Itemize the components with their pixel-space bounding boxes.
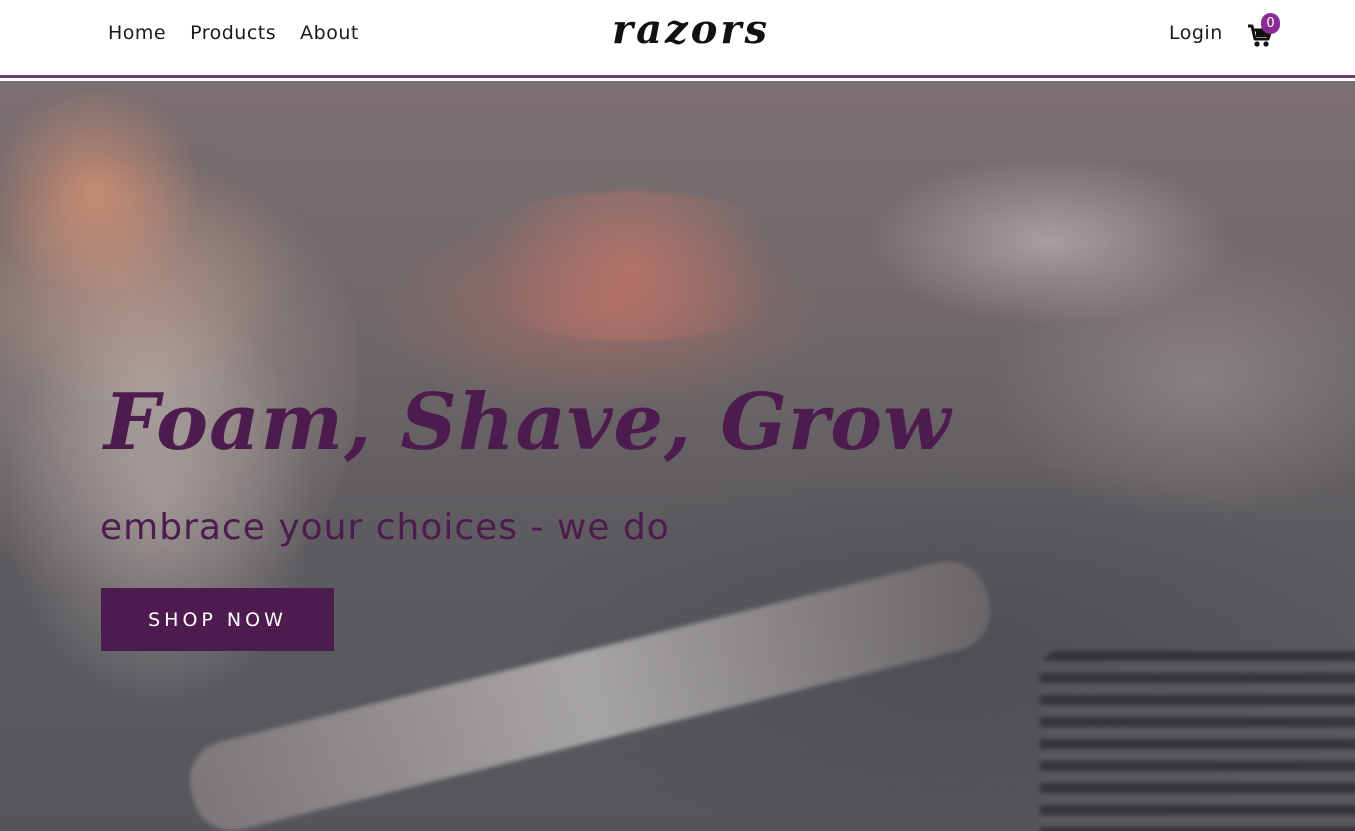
hero-banner: Foam, Shave, Grow embrace your choices -… — [0, 81, 1355, 831]
top-navigation: Home Products About razors Login 0 — [0, 0, 1355, 78]
hero-background-comb — [1040, 651, 1355, 831]
brand-logo[interactable]: razors — [612, 6, 770, 53]
hero-subtitle: embrace your choices - we do — [100, 507, 670, 548]
login-link[interactable]: Login — [1169, 22, 1223, 44]
shop-now-button[interactable]: SHOP NOW — [101, 588, 334, 651]
nav-link-about[interactable]: About — [300, 22, 359, 44]
nav-link-products[interactable]: Products — [190, 22, 276, 44]
hero-title: Foam, Shave, Grow — [104, 377, 952, 468]
hero-background-hands — [440, 191, 820, 341]
cart-count-badge: 0 — [1261, 13, 1280, 34]
primary-nav: Home Products About — [108, 22, 383, 44]
nav-link-home[interactable]: Home — [108, 22, 166, 44]
